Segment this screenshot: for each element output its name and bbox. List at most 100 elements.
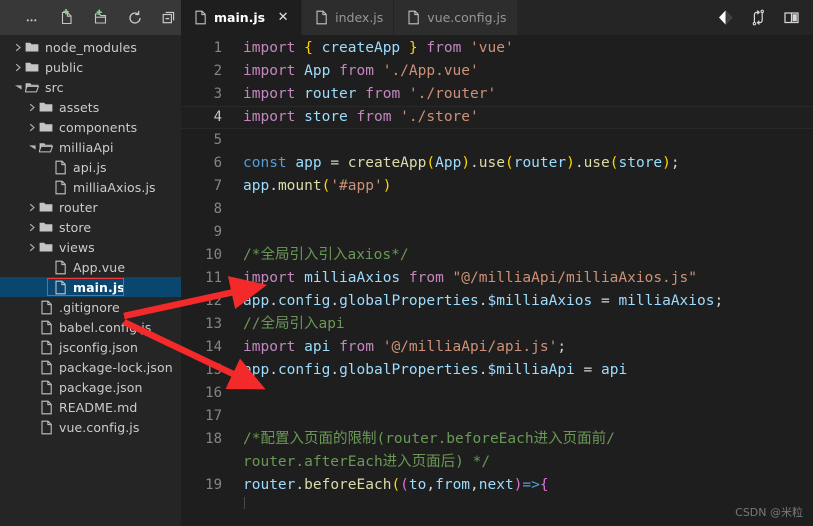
code-token: } bbox=[408, 40, 418, 56]
tree-item-readme.md[interactable]: README.md bbox=[0, 397, 181, 417]
tree-item-api.js[interactable]: api.js bbox=[0, 157, 181, 177]
folder-icon bbox=[38, 97, 54, 117]
line-number: 18 bbox=[205, 431, 222, 447]
line-content: app.mount('#app') bbox=[243, 175, 813, 198]
tree-item-milliaapi[interactable]: milliaApi bbox=[0, 137, 181, 157]
editor-actions bbox=[716, 0, 813, 35]
code-line[interactable]: 9 bbox=[181, 221, 813, 244]
tree-item-store[interactable]: store bbox=[0, 217, 181, 237]
tree-item-label: router bbox=[59, 199, 98, 215]
file-tree[interactable]: node_modules public src assets components mil… bbox=[0, 35, 181, 526]
tab-label: main.js bbox=[214, 10, 266, 25]
code-line[interactable]: 15 app.config.globalProperties.$milliaApi… bbox=[181, 359, 813, 382]
code-line[interactable]: 10 /*全局引入引入axios*/ bbox=[181, 244, 813, 267]
code-token: from bbox=[426, 40, 462, 56]
code-editor[interactable]: 1 import { createApp } from 'vue' 2 import … bbox=[181, 35, 813, 526]
code-token: globalProperties bbox=[339, 293, 479, 309]
tree-item-router[interactable]: router bbox=[0, 197, 181, 217]
chevron-right-icon[interactable] bbox=[26, 217, 38, 237]
line-number: 2 bbox=[213, 63, 222, 79]
tree-item-package.json[interactable]: package.json bbox=[0, 377, 181, 397]
code-line[interactable]: 5 bbox=[181, 129, 813, 152]
code-token: ; bbox=[670, 155, 680, 171]
code-line[interactable]: 4 import store from './store' bbox=[181, 106, 813, 129]
code-token: ; bbox=[714, 293, 724, 309]
line-content: router.afterEach进入页面后) */ bbox=[243, 451, 813, 474]
chevron-right-icon[interactable] bbox=[26, 237, 38, 257]
chevron-right-icon[interactable] bbox=[12, 37, 24, 57]
chevron-right-icon[interactable] bbox=[26, 97, 38, 117]
code-line[interactable]: 1 import { createApp } from 'vue' bbox=[181, 37, 813, 60]
tabbar-spacer bbox=[517, 0, 716, 35]
code-token: ( bbox=[609, 155, 619, 171]
line-content: //全局引入api bbox=[243, 313, 813, 336]
code-token: router bbox=[513, 155, 567, 171]
chevron-right-icon[interactable] bbox=[26, 197, 38, 217]
tree-item-.gitignore[interactable]: .gitignore bbox=[0, 297, 181, 317]
more-actions-icon[interactable] bbox=[24, 9, 41, 26]
code-token: ) bbox=[566, 155, 575, 171]
tab-index-js[interactable]: index.js bbox=[302, 0, 395, 35]
code-token: './App.vue' bbox=[382, 63, 479, 79]
close-icon[interactable]: ✕ bbox=[275, 10, 291, 26]
tree-item-package-lock.json[interactable]: package-lock.json bbox=[0, 357, 181, 377]
split-editor-icon[interactable] bbox=[782, 9, 800, 27]
tree-item-vue.config.js[interactable]: vue.config.js bbox=[0, 417, 181, 437]
code-line[interactable]: 7 app.mount('#app') bbox=[181, 175, 813, 198]
tree-item-milliaaxios.js[interactable]: milliaAxios.js bbox=[0, 177, 181, 197]
code-line[interactable]: 16 bbox=[181, 382, 813, 405]
code-line[interactable]: 11 import milliaAxios from "@/milliaApi/m… bbox=[181, 267, 813, 290]
code-line[interactable]: 12 app.config.globalProperties.$milliaAxi… bbox=[181, 290, 813, 313]
code-line[interactable]: 13 //全局引入api bbox=[181, 313, 813, 336]
collapse-all-icon[interactable] bbox=[160, 9, 177, 26]
code-line[interactable]: 19 router.beforeEach((to,from,next)=>{ bbox=[181, 474, 813, 497]
refresh-explorer-icon[interactable] bbox=[126, 9, 143, 26]
tab-main-js[interactable]: main.js ✕ bbox=[181, 0, 303, 35]
code-line[interactable]: 17 bbox=[181, 405, 813, 428]
chevron-down-icon[interactable] bbox=[12, 77, 24, 97]
chevron-right-icon[interactable] bbox=[26, 117, 38, 137]
tree-item-src[interactable]: src bbox=[0, 77, 181, 97]
code-line[interactable]: 3 import router from './router' bbox=[181, 83, 813, 106]
code-line[interactable]: 8 bbox=[181, 198, 813, 221]
code-token: app bbox=[243, 293, 270, 309]
code-line[interactable]: 14 import api from '@/milliaApi/api.js'; bbox=[181, 336, 813, 359]
file-icon bbox=[52, 177, 68, 197]
code-line[interactable]: 6 const app = createApp(App).use(router).… bbox=[181, 152, 813, 175]
tab-vue-config-js[interactable]: vue.config.js bbox=[394, 0, 518, 35]
tree-item-node-modules[interactable]: node_modules bbox=[0, 37, 181, 57]
compare-changes-icon[interactable] bbox=[749, 9, 767, 27]
code-line[interactable]: 2 import App from './App.vue' bbox=[181, 60, 813, 83]
code-token: store bbox=[304, 109, 348, 125]
code-line-wrapped: router.afterEach进入页面后) */ bbox=[181, 451, 813, 474]
code-token: config bbox=[277, 362, 331, 378]
tree-item-components[interactable]: components bbox=[0, 117, 181, 137]
tree-item-label: assets bbox=[59, 99, 100, 115]
vue-logo-icon[interactable] bbox=[716, 9, 734, 27]
code-token: from bbox=[435, 477, 471, 493]
tree-item-app.vue[interactable]: App.vue bbox=[0, 257, 181, 277]
tree-item-main.js[interactable]: main.js bbox=[0, 277, 181, 297]
new-folder-icon[interactable] bbox=[92, 9, 109, 26]
tree-item-label: jsconfig.json bbox=[59, 339, 139, 355]
tree-item-assets[interactable]: assets bbox=[0, 97, 181, 117]
file-icon bbox=[38, 357, 54, 377]
tree-item-jsconfig.json[interactable]: jsconfig.json bbox=[0, 337, 181, 357]
code-token: createApp bbox=[347, 155, 427, 171]
code-token: { bbox=[304, 40, 313, 56]
chevron-down-icon[interactable] bbox=[26, 137, 38, 157]
chevron-right-icon[interactable] bbox=[12, 57, 24, 77]
tree-item-public[interactable]: public bbox=[0, 57, 181, 77]
tree-item-views[interactable]: views bbox=[0, 237, 181, 257]
tree-item-babel.config.js[interactable]: babel.config.js bbox=[0, 317, 181, 337]
folder-icon bbox=[38, 117, 54, 137]
code-token: , bbox=[470, 477, 479, 493]
code-line[interactable]: 18 /*配置入页面的限制(router.beforeEach进入页面前/ bbox=[181, 428, 813, 451]
new-file-icon[interactable] bbox=[58, 9, 75, 26]
